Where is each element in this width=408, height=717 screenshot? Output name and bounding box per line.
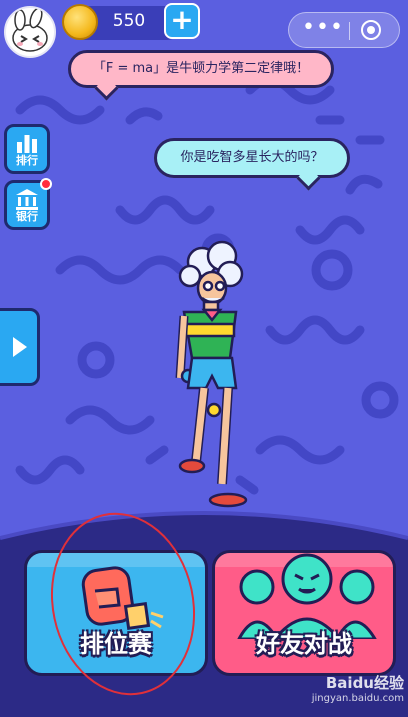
coin-count: 550 [112, 11, 146, 31]
more-dots-icon[interactable]: ••• [301, 17, 345, 45]
watermark-url: jingyan.baidu.com [311, 693, 404, 704]
miniprogram-capsule: ••• [288, 12, 400, 48]
leaderboard-button[interactable]: 排行 [4, 124, 50, 174]
coin-icon [62, 4, 98, 40]
capsule-divider [349, 22, 350, 40]
question-bubble: 你是吃智多星长大的吗？ [154, 138, 350, 178]
bank-icon [16, 189, 38, 210]
friend-battle-button[interactable]: 好友对战 [212, 550, 396, 676]
friend-battle-label: 好友对战 [256, 630, 352, 658]
tip-text: 「F = ma」是牛顿力学第二定律哦！ [92, 61, 310, 76]
question-text: 你是吃智多星长大的吗？ [180, 150, 324, 165]
avatar[interactable] [4, 6, 56, 58]
notification-dot [40, 178, 52, 190]
leaderboard-label: 排行 [16, 154, 38, 167]
bank-label: 银行 [16, 210, 38, 223]
bunny-avatar-icon [12, 8, 48, 52]
add-coins-button[interactable]: + [164, 3, 200, 39]
expand-drawer-button[interactable] [0, 308, 40, 386]
bar-chart-icon [17, 135, 37, 153]
plus-icon: + [170, 3, 194, 36]
play-icon [13, 337, 27, 357]
watermark-logo: Baidu经验 [325, 674, 404, 692]
target-close-icon[interactable] [361, 20, 381, 40]
professor-character [175, 240, 248, 508]
